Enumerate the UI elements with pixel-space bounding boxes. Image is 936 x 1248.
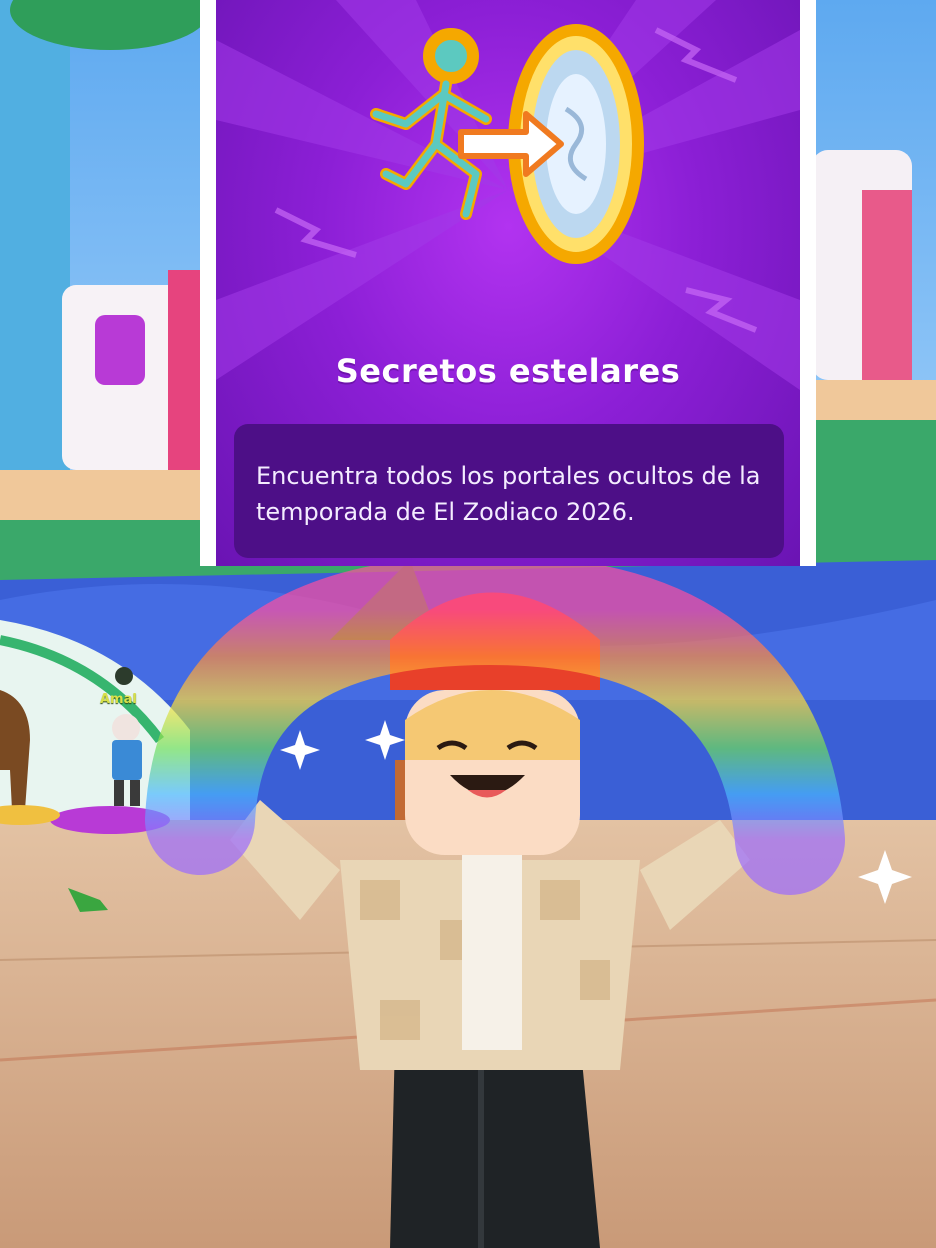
npc-name-label: Amal — [100, 692, 137, 707]
achievement-title: Secretos estelares — [335, 352, 681, 390]
achievement-card: Secretos estelares Encuentra todos los p… — [216, 0, 800, 566]
runner-entering-portal-icon — [370, 24, 644, 264]
achievement-description: Encuentra todos los portales ocultos de … — [234, 424, 784, 558]
game-scene: Amal Secretos estelares Encuentra todos … — [0, 0, 936, 1248]
achievement-popup: Secretos estelares Encuentra todos los p… — [200, 0, 816, 566]
background-letter-sign-left — [62, 270, 208, 470]
